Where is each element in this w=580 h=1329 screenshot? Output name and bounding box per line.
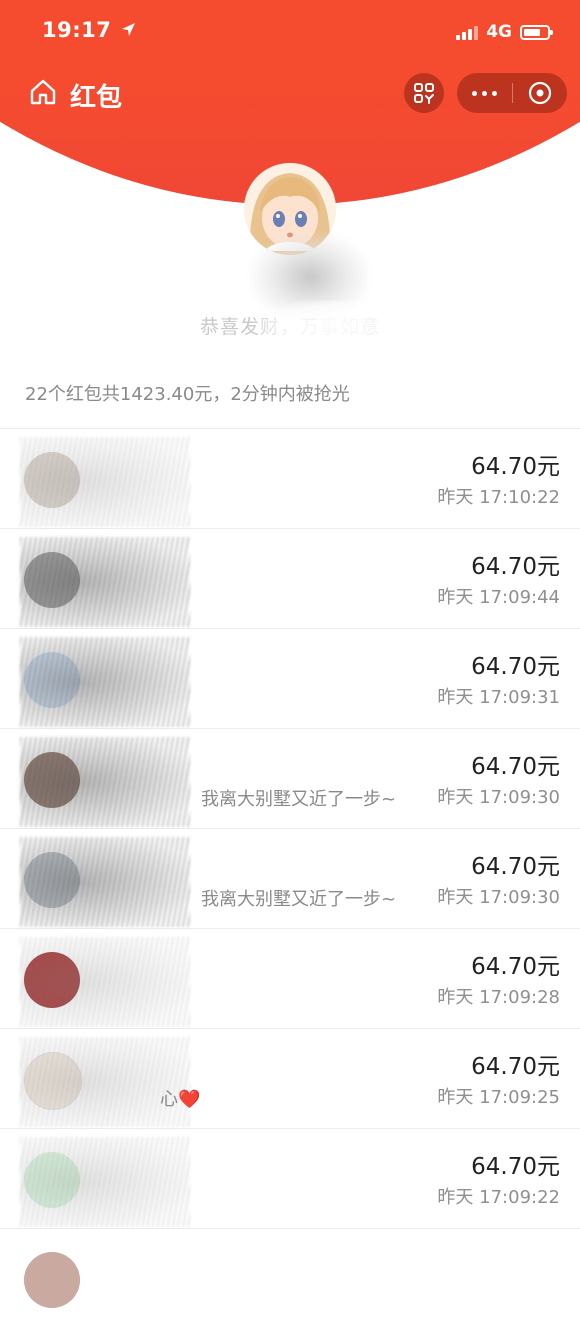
page-title: 红包 [70, 83, 123, 113]
list-item[interactable]: 64.70元 昨天 17:09:22 [0, 1129, 580, 1229]
list-item[interactable]: 64.70元 昨天 17:09:28 [0, 929, 580, 1029]
signal-icon [456, 24, 479, 40]
received-amount: 64.70元 [471, 954, 560, 980]
scan-button[interactable] [404, 73, 444, 113]
receiver-name-redacted [20, 1037, 190, 1127]
received-time: 昨天 17:09:30 [437, 887, 560, 908]
receiver-message: 我离大别墅又近了一步~ [201, 889, 397, 910]
received-time: 昨天 17:10:22 [437, 487, 560, 508]
list-item[interactable]: 64.70元 昨天 17:10:22 [0, 429, 580, 529]
received-time: 昨天 17:09:31 [437, 687, 560, 708]
list-item[interactable]: 64.70元 昨天 17:09:31 [0, 629, 580, 729]
received-time: 昨天 17:09:25 [437, 1087, 560, 1108]
received-time: 昨天 17:09:28 [437, 987, 560, 1008]
received-amount: 64.70元 [471, 654, 560, 680]
home-icon[interactable] [29, 78, 57, 106]
network-label: 4G [486, 22, 512, 42]
received-time: 昨天 17:09:30 [437, 787, 560, 808]
blessing-redaction [260, 300, 410, 350]
receiver-name-redacted [20, 737, 190, 827]
received-amount: 64.70元 [471, 854, 560, 880]
list-item[interactable]: 64.70元 昨天 17:09:44 [0, 529, 580, 629]
status-bar: 19:17 4G [0, 0, 580, 62]
receiver-name-redacted [20, 637, 190, 727]
status-time: 19:17 [42, 18, 136, 42]
redpacket-summary: 22个红包共1423.40元，2分钟内被抢光 [25, 384, 350, 405]
receiver-message: 心❤️ [160, 1089, 201, 1110]
close-button[interactable] [513, 73, 567, 113]
receiver-name-redacted [20, 837, 190, 927]
navigation-bar: 红包 [0, 62, 580, 122]
receiver-name-redacted [20, 1137, 190, 1227]
received-amount: 64.70元 [471, 1054, 560, 1080]
more-button[interactable] [457, 73, 512, 113]
list-item[interactable]: 我离大别墅又近了一步~ 64.70元 昨天 17:09:30 [0, 729, 580, 829]
received-amount: 64.70元 [471, 754, 560, 780]
receiver-name-redacted [20, 437, 190, 527]
scan-icon [414, 83, 434, 104]
receiver-name-redacted [20, 537, 190, 627]
received-amount: 64.70元 [471, 1154, 560, 1180]
list-item[interactable]: 心❤️ 64.70元 昨天 17:09:25 [0, 1029, 580, 1129]
receiver-list: 64.70元 昨天 17:10:22 64.70元 昨天 17:09:44 64… [0, 429, 580, 1329]
list-item[interactable] [0, 1229, 580, 1329]
receiver-message: 我离大别墅又近了一步~ [201, 789, 397, 810]
battery-icon [520, 24, 553, 40]
location-arrow-icon [122, 23, 136, 36]
close-circle-icon [528, 81, 552, 105]
received-amount: 64.70元 [471, 454, 560, 480]
received-time: 昨天 17:09:44 [437, 587, 560, 608]
list-item[interactable]: 我离大别墅又近了一步~ 64.70元 昨天 17:09:30 [0, 829, 580, 929]
received-amount: 64.70元 [471, 554, 560, 580]
received-time: 昨天 17:09:22 [437, 1187, 560, 1208]
miniprogram-capsule [457, 73, 567, 113]
receiver-avatar[interactable] [24, 1252, 80, 1308]
receiver-name-redacted [20, 937, 190, 1027]
